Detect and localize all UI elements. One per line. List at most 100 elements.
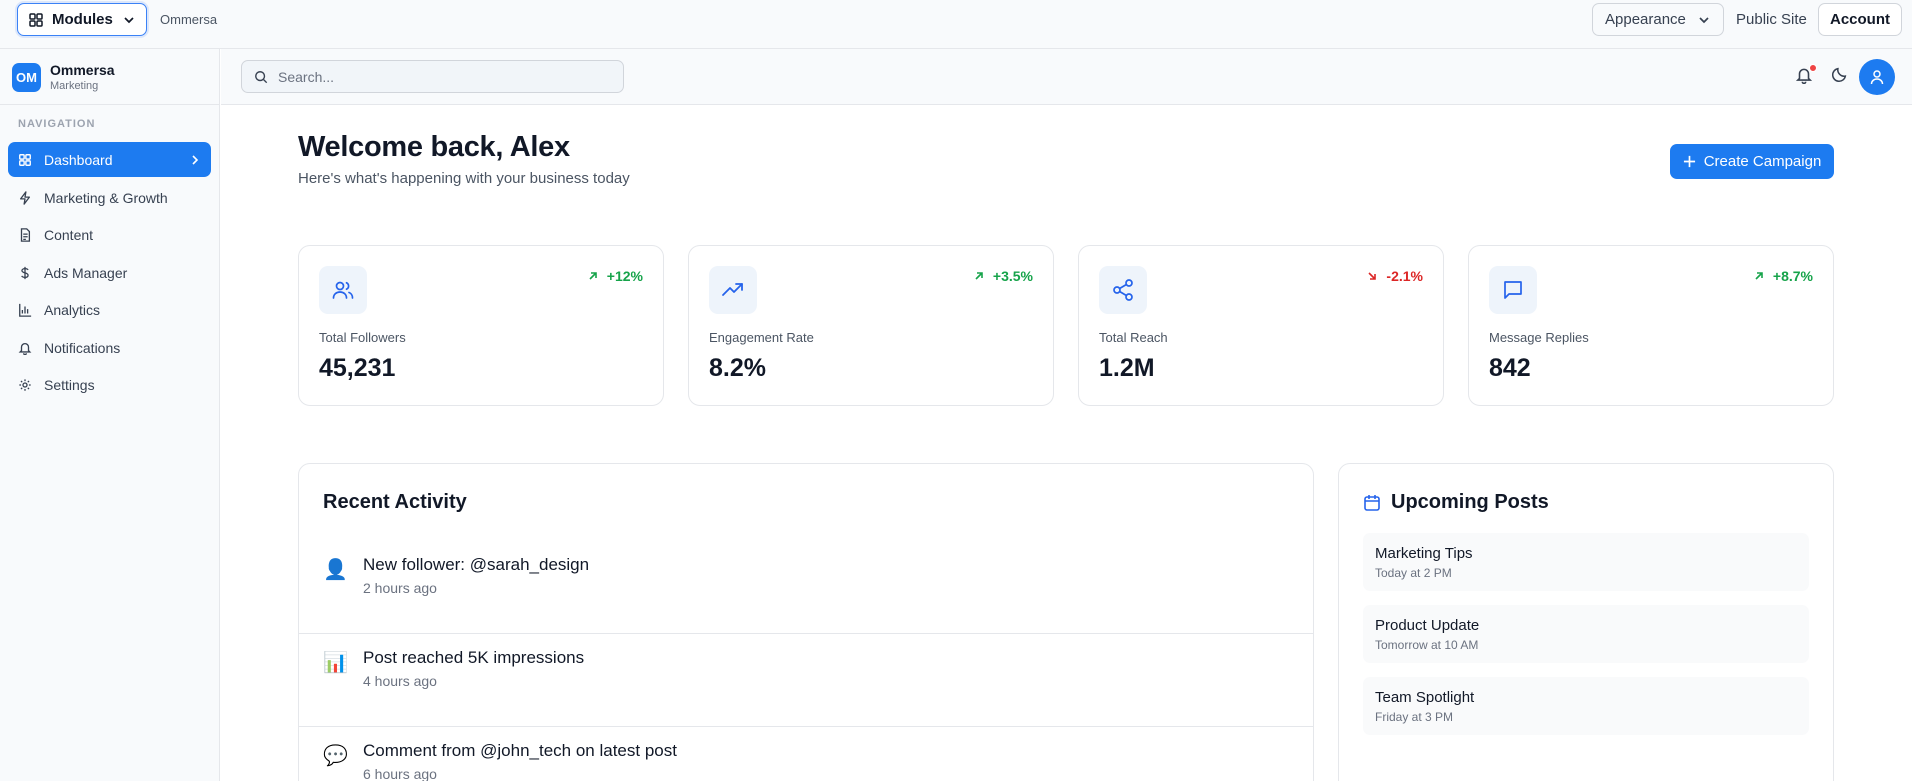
stat-change-value: +3.5%: [992, 268, 1033, 284]
stat-label: Message Replies: [1489, 330, 1589, 345]
sidebar-item-label: Marketing & Growth: [44, 189, 168, 206]
post-title: Product Update: [1375, 617, 1480, 634]
arrow-up-right-icon: [587, 270, 599, 282]
create-campaign-button[interactable]: Create Campaign: [1670, 144, 1834, 179]
brand-name: Ommersa: [50, 62, 115, 78]
recent-activity-title: Recent Activity: [323, 491, 467, 513]
header: [221, 49, 1912, 105]
theme-toggle[interactable]: [1831, 66, 1848, 83]
sidebar-item-label: Analytics: [44, 301, 101, 318]
page-subtitle: Here's what's happening with your busine…: [298, 170, 630, 187]
brand-logo: OM: [12, 63, 41, 92]
sidebar-item-marketing-growth[interactable]: Marketing & Growth: [8, 180, 211, 215]
sidebar-item-label: Content: [44, 226, 94, 243]
activity-title: New follower: @sarah_design: [363, 555, 590, 574]
upcoming-posts-card: Upcoming Posts Marketing Tips Today at 2…: [1338, 463, 1834, 781]
activity-item[interactable]: 💬 Comment from @john_tech on latest post…: [299, 727, 1313, 781]
activity-title: Comment from @john_tech on latest post: [363, 741, 677, 760]
moon-icon: [1831, 66, 1848, 83]
sidebar-item-notifications[interactable]: Notifications: [8, 330, 211, 365]
modules-label: Modules: [52, 11, 113, 28]
message-icon: [1489, 266, 1537, 314]
plus-icon: [1683, 155, 1696, 168]
stat-change: +12%: [587, 268, 643, 284]
speech-bubble-icon: 💬: [323, 743, 348, 767]
stat-card-replies: +8.7% Message Replies 842: [1468, 245, 1834, 406]
sidebar-item-settings[interactable]: Settings: [8, 367, 211, 402]
arrow-up-right-icon: [973, 270, 985, 282]
search-input[interactable]: [278, 68, 611, 85]
post-item[interactable]: Marketing Tips Today at 2 PM: [1363, 533, 1809, 591]
document-icon: [18, 227, 32, 242]
stat-label: Engagement Rate: [709, 330, 814, 345]
stat-label: Total Followers: [319, 330, 406, 345]
notifications-button[interactable]: [1795, 64, 1817, 88]
activity-time: 6 hours ago: [363, 766, 437, 781]
user-avatar[interactable]: [1859, 59, 1895, 95]
sidebar-item-analytics[interactable]: Analytics: [8, 292, 211, 327]
top-bar: Modules Ommersa Appearance Public Site A…: [0, 0, 1912, 49]
grid-icon: [18, 153, 32, 167]
sidebar-item-content[interactable]: Content: [8, 217, 211, 252]
brand-subtitle: Marketing: [50, 80, 99, 92]
appearance-label: Appearance: [1605, 11, 1686, 28]
sidebar-item-dashboard[interactable]: Dashboard: [8, 142, 211, 177]
activity-time: 4 hours ago: [363, 673, 437, 689]
bell-icon: [18, 341, 32, 355]
stat-card-reach: -2.1% Total Reach 1.2M: [1078, 245, 1444, 406]
stat-card-followers: +12% Total Followers 45,231: [298, 245, 664, 406]
gear-icon: [18, 378, 32, 392]
stat-change-value: +8.7%: [1772, 268, 1813, 284]
activity-time: 2 hours ago: [363, 580, 437, 596]
modules-button[interactable]: Modules: [17, 3, 147, 36]
appearance-button[interactable]: Appearance: [1592, 3, 1724, 36]
activity-item[interactable]: 👤 New follower: @sarah_design 2 hours ag…: [299, 541, 1313, 634]
activity-title: Post reached 5K impressions: [363, 648, 585, 667]
chevron-right-icon: [189, 154, 201, 166]
sidebar: OM Ommersa Marketing NAVIGATION Dashboar…: [0, 49, 220, 781]
person-icon: 👤: [323, 557, 348, 581]
upcoming-posts-header: Upcoming Posts: [1363, 491, 1549, 514]
sidebar-item-label: Ads Manager: [44, 264, 128, 281]
stat-value: 8.2%: [709, 354, 766, 382]
page-title: Welcome back, Alex: [298, 131, 570, 163]
post-item[interactable]: Product Update Tomorrow at 10 AM: [1363, 605, 1809, 663]
arrow-up-right-icon: [1753, 270, 1765, 282]
stat-value: 45,231: [319, 354, 396, 382]
stat-value: 1.2M: [1099, 354, 1155, 382]
sidebar-item-label: Settings: [44, 376, 95, 393]
post-time: Tomorrow at 10 AM: [1375, 638, 1479, 652]
stat-change-value: -2.1%: [1386, 268, 1423, 284]
app-name: Ommersa: [160, 12, 218, 27]
chevron-down-icon: [122, 13, 136, 27]
public-site-link[interactable]: Public Site: [1736, 11, 1807, 28]
sidebar-item-label: Notifications: [44, 339, 121, 356]
recent-activity-card: Recent Activity 👤 New follower: @sarah_d…: [298, 463, 1314, 781]
stat-label: Total Reach: [1099, 330, 1168, 345]
user-icon: [1869, 69, 1885, 85]
users-icon: [319, 266, 367, 314]
chevron-down-icon: [1697, 13, 1711, 27]
activity-item[interactable]: 📊 Post reached 5K impressions 4 hours ag…: [299, 634, 1313, 727]
create-campaign-label: Create Campaign: [1703, 153, 1822, 170]
account-button[interactable]: Account: [1818, 3, 1902, 36]
dollar-icon: [18, 266, 32, 280]
stat-change: -2.1%: [1366, 268, 1423, 284]
calendar-icon: [1363, 494, 1381, 512]
stat-value: 842: [1489, 354, 1531, 382]
bar-chart-icon: 📊: [323, 650, 348, 674]
post-item[interactable]: Team Spotlight Friday at 3 PM: [1363, 677, 1809, 735]
post-title: Marketing Tips: [1375, 545, 1473, 562]
grid-icon: [28, 12, 44, 28]
stat-card-engagement: +3.5% Engagement Rate 8.2%: [688, 245, 1054, 406]
sidebar-item-label: Dashboard: [44, 151, 113, 168]
upcoming-posts-title: Upcoming Posts: [1391, 491, 1549, 513]
stat-change: +3.5%: [973, 268, 1033, 284]
post-title: Team Spotlight: [1375, 689, 1475, 706]
post-time: Friday at 3 PM: [1375, 710, 1454, 724]
brand: OM Ommersa Marketing: [0, 49, 220, 105]
notification-dot: [1809, 64, 1817, 72]
stat-change-value: +12%: [606, 268, 643, 284]
post-time: Today at 2 PM: [1375, 566, 1452, 580]
sidebar-item-ads-manager[interactable]: Ads Manager: [8, 255, 211, 290]
